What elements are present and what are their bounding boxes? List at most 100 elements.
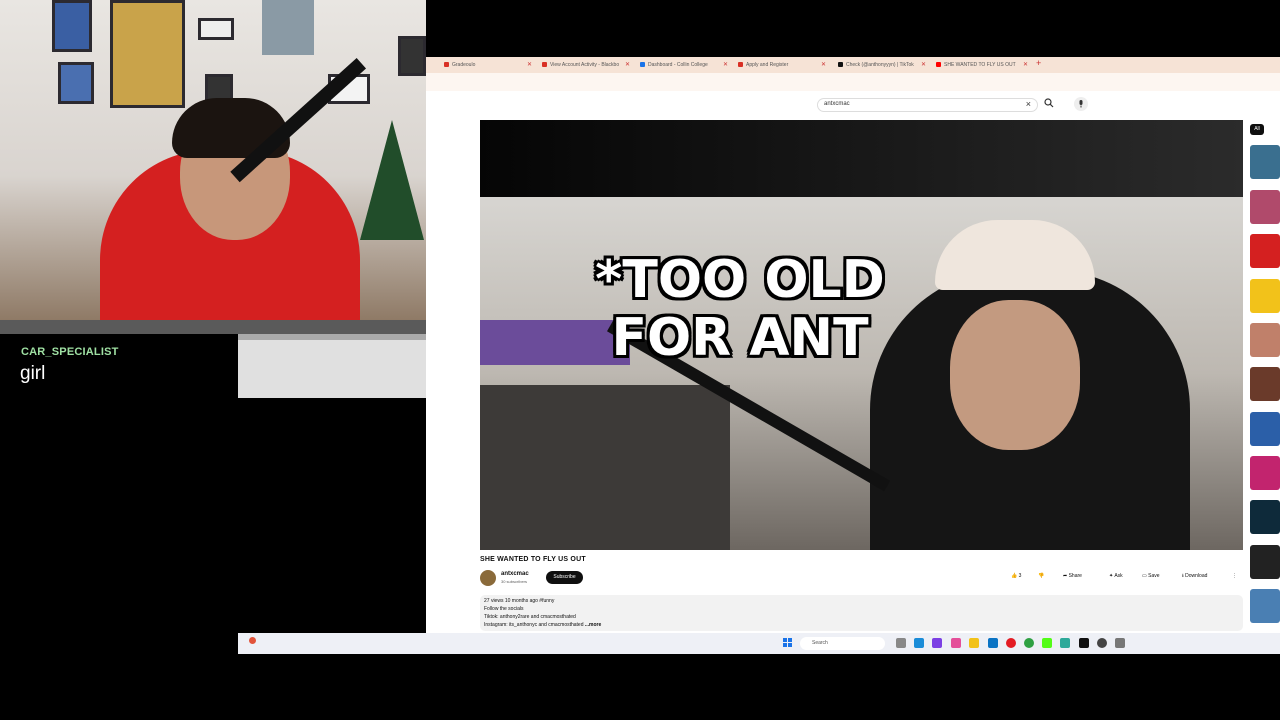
- video-player[interactable]: *TOO OLD FOR ANT: [480, 120, 1243, 550]
- chip-all[interactable]: All: [1250, 124, 1264, 135]
- thumbs-up-icon: 👍: [1011, 573, 1018, 579]
- video-caption: *TOO OLD FOR ANT: [530, 251, 950, 367]
- task-view-icon[interactable]: [896, 638, 906, 648]
- file-explorer-icon[interactable]: [969, 638, 979, 648]
- new-tab-button[interactable]: +: [1036, 58, 1041, 68]
- like-count: 3: [1018, 573, 1022, 579]
- recommended-thumbnail[interactable]: [1250, 367, 1280, 401]
- close-tab-icon[interactable]: ✕: [527, 59, 532, 71]
- recommended-thumbnail[interactable]: [1250, 456, 1280, 490]
- chat-username: CAR_SPECIALIST: [21, 346, 119, 358]
- ask-button[interactable]: ✦ Ask: [1109, 573, 1123, 579]
- windows-start-icon[interactable]: [783, 638, 793, 648]
- close-tab-icon[interactable]: ✕: [723, 59, 728, 71]
- recommended-thumbnail[interactable]: [1250, 145, 1280, 179]
- settings-gear-icon[interactable]: [1115, 638, 1125, 648]
- save-button[interactable]: ▭ Save: [1142, 573, 1160, 579]
- weather-icon[interactable]: [248, 636, 257, 647]
- windows-taskbar: Search: [238, 633, 1280, 654]
- channel-avatar[interactable]: [480, 570, 496, 586]
- youtube-favicon-icon: [936, 62, 941, 68]
- video-desk: [480, 385, 730, 550]
- close-tab-icon[interactable]: ✕: [1023, 59, 1028, 71]
- curtain: [262, 0, 314, 55]
- chat-alert-strip: [0, 320, 486, 334]
- tab-label: Apply and Register: [746, 62, 789, 68]
- description-line: Tiktok: anthony2rare and cmacmosthated: [484, 614, 576, 620]
- tab-bar: Gradeoulo ✕ View Account Activity - Black…: [426, 57, 1280, 73]
- share-button[interactable]: ➦ Share: [1063, 573, 1082, 579]
- kick-app-icon[interactable]: [1042, 638, 1052, 648]
- browser-tab[interactable]: View Account Activity - Blackbo ✕: [542, 59, 630, 71]
- recommended-thumbnail[interactable]: [1250, 234, 1280, 268]
- obs-icon[interactable]: [1097, 638, 1107, 648]
- browser-tab[interactable]: Gradeoulo ✕: [444, 59, 532, 71]
- tab-favicon-icon: [640, 62, 645, 68]
- like-button[interactable]: 👍 3: [1011, 573, 1021, 579]
- tab-label: Check (@anthonyyyn) | TikTok: [846, 62, 914, 68]
- tab-favicon-icon: [542, 62, 547, 68]
- tab-label: Dashboard - Collin College: [648, 62, 708, 68]
- download-icon: ⭳: [1182, 573, 1184, 579]
- thumbs-down-icon: 👎: [1038, 573, 1045, 579]
- youtube-search-input[interactable]: antxcmac ×: [817, 98, 1038, 112]
- address-bar[interactable]: [426, 73, 1280, 91]
- video-caption-line2: FOR ANT: [611, 308, 869, 368]
- terminal-icon[interactable]: [1079, 638, 1089, 648]
- recommended-thumbnail[interactable]: [1250, 190, 1280, 224]
- show-more-link[interactable]: ...more: [585, 622, 601, 628]
- browser-tab[interactable]: Dashboard - Collin College ✕: [640, 59, 728, 71]
- subscriber-count: 30 subscribers: [501, 579, 528, 584]
- browser-tab-active[interactable]: SHE WANTED TO FLY US OUT ✕: [936, 59, 1028, 71]
- download-button[interactable]: ⭳ Download: [1182, 573, 1207, 581]
- browser-tab[interactable]: Apply and Register ✕: [738, 59, 826, 71]
- subscribe-button[interactable]: Subscribe: [546, 571, 583, 584]
- widgets-icon[interactable]: [914, 638, 924, 648]
- sparkle-icon: ✦: [1109, 573, 1114, 579]
- video-caption-line1: *TOO OLD: [595, 250, 885, 310]
- recommended-thumbnail[interactable]: [1250, 279, 1280, 313]
- description-line: Instagram: its_anthonyc and cmacmosthate…: [484, 622, 602, 628]
- webcam-overlay: [0, 0, 426, 320]
- edge-icon[interactable]: [988, 638, 998, 648]
- app-icon[interactable]: [1060, 638, 1070, 648]
- close-tab-icon[interactable]: ✕: [821, 59, 826, 71]
- browser-tab[interactable]: Check (@anthonyyyn) | TikTok ✕: [838, 59, 926, 71]
- taskbar-search[interactable]: Search: [800, 637, 885, 650]
- chat-message: girl: [20, 363, 46, 384]
- recommended-thumbnail[interactable]: [1250, 500, 1280, 534]
- wall-poster: [110, 0, 185, 108]
- clear-search-icon[interactable]: ×: [1026, 99, 1031, 109]
- search-icon[interactable]: [1044, 98, 1054, 110]
- tab-label: View Account Activity - Blackbo: [550, 62, 620, 68]
- close-tab-icon[interactable]: ✕: [921, 59, 926, 71]
- video-description[interactable]: 27 views 10 months ago #funny Follow the…: [480, 595, 1243, 631]
- recommended-thumbnail[interactable]: [1250, 412, 1280, 446]
- description-meta: 27 views 10 months ago #funny: [484, 598, 555, 604]
- tab-favicon-icon: [838, 62, 843, 68]
- channel-name[interactable]: antxcmac: [501, 571, 529, 577]
- save-icon: ▭: [1142, 573, 1147, 579]
- video-title: SHE WANTED TO FLY US OUT: [480, 556, 586, 563]
- tab-favicon-icon: [738, 62, 743, 68]
- tab-label: Gradeoulo: [452, 62, 476, 68]
- browser-window: Gradeoulo ✕ View Account Activity - Black…: [426, 57, 1280, 654]
- recommended-thumbnail[interactable]: [1250, 545, 1280, 579]
- opera-icon[interactable]: [1006, 638, 1016, 648]
- more-actions-icon[interactable]: ⋮: [1232, 573, 1237, 579]
- recommended-thumbnail[interactable]: [1250, 323, 1280, 357]
- recommended-thumbnail[interactable]: [1250, 589, 1280, 623]
- wall-frame: [198, 18, 234, 40]
- chrome-icon[interactable]: [1024, 638, 1034, 648]
- wall-frame: [398, 36, 426, 76]
- microphone-icon[interactable]: [1074, 97, 1088, 111]
- dislike-button[interactable]: 👎: [1038, 573, 1044, 579]
- wall-poster: [58, 62, 94, 104]
- share-icon: ➦: [1063, 573, 1068, 579]
- app-icon[interactable]: [951, 638, 961, 648]
- wall-poster: [52, 0, 92, 52]
- tab-favicon-icon: [444, 62, 449, 68]
- close-tab-icon[interactable]: ✕: [625, 59, 630, 71]
- teams-icon[interactable]: [932, 638, 942, 648]
- description-line: Follow the socials: [484, 606, 524, 612]
